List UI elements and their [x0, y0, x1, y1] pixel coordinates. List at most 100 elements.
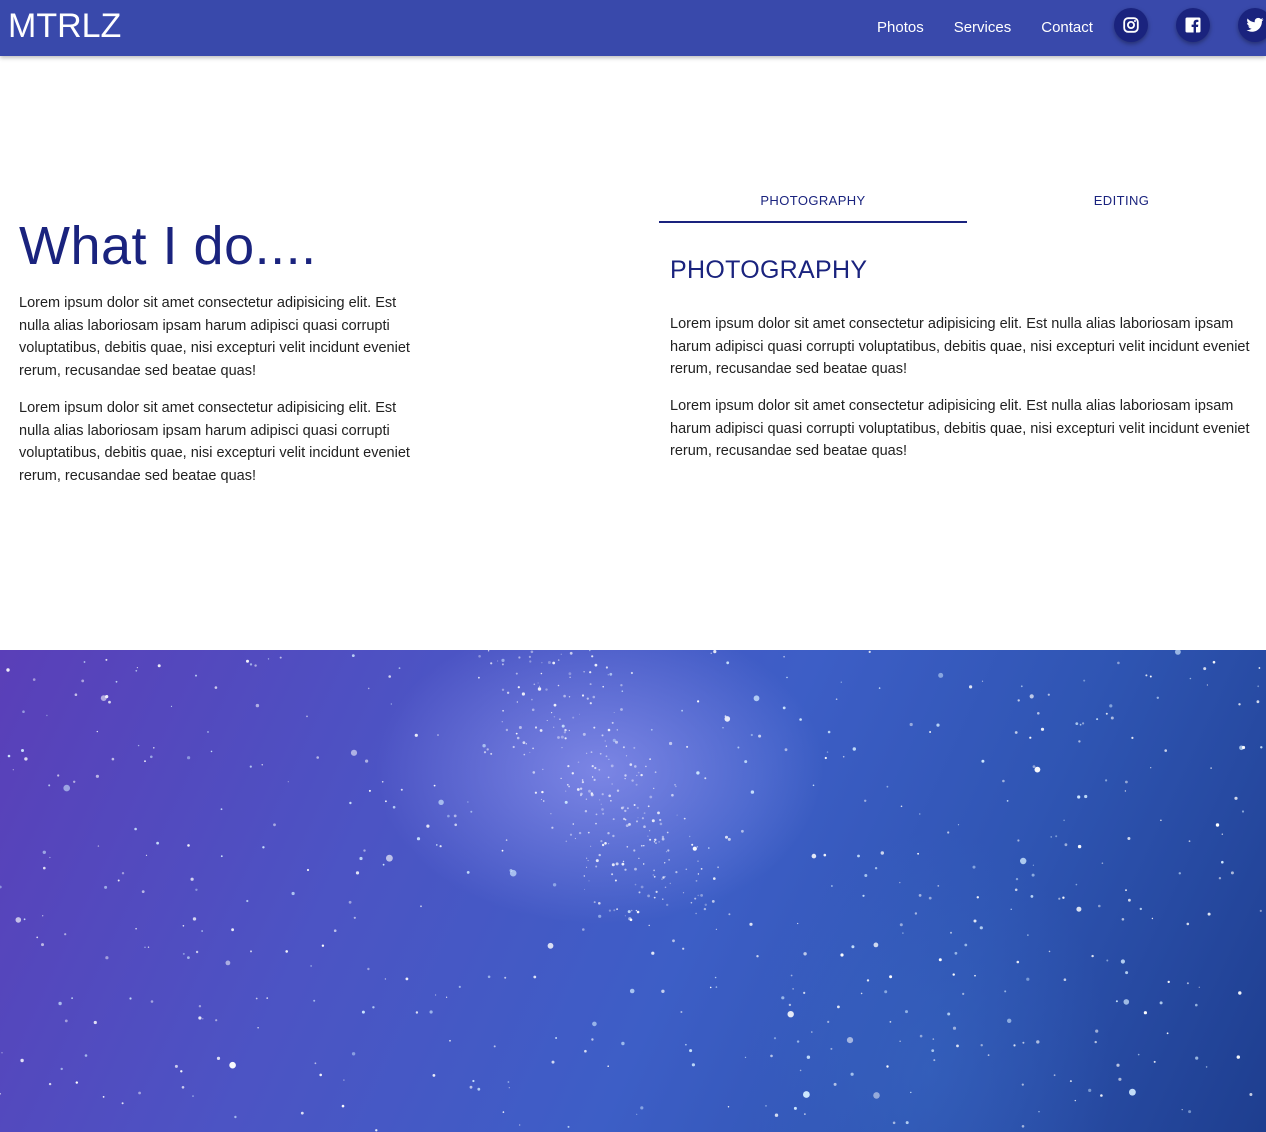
star	[436, 844, 438, 846]
star	[635, 783, 638, 786]
star	[386, 854, 393, 862]
star	[664, 862, 666, 864]
star	[750, 733, 753, 737]
star	[823, 853, 827, 857]
star	[866, 979, 870, 982]
star	[300, 1111, 304, 1115]
star	[621, 690, 624, 692]
star	[595, 859, 599, 863]
star	[842, 755, 845, 758]
star	[501, 658, 505, 662]
star	[647, 835, 649, 837]
tab-photography[interactable]: PHOTOGRAPHY	[659, 180, 967, 224]
star	[634, 867, 637, 871]
star	[234, 1115, 237, 1119]
star	[1175, 650, 1181, 655]
star	[571, 772, 574, 775]
tab-editing[interactable]: EDITING	[967, 180, 1266, 224]
star	[144, 946, 146, 948]
star	[202, 1018, 204, 1020]
star	[507, 1081, 510, 1083]
star	[192, 1095, 194, 1097]
star	[198, 1016, 202, 1020]
star	[71, 997, 73, 999]
star	[1062, 896, 1065, 899]
star	[607, 674, 609, 676]
star	[246, 659, 249, 663]
star	[593, 726, 596, 729]
star	[557, 736, 560, 739]
star	[1002, 779, 1005, 783]
star	[624, 778, 626, 780]
star	[1082, 722, 1085, 725]
nav-link-services[interactable]: Services	[939, 0, 1027, 56]
star	[667, 849, 670, 852]
star	[594, 766, 597, 770]
star	[153, 747, 155, 749]
star	[1017, 839, 1020, 842]
star	[857, 854, 860, 858]
star	[1034, 766, 1041, 773]
star	[899, 881, 901, 884]
twitter-button[interactable]	[1238, 8, 1266, 42]
star	[851, 945, 855, 949]
star	[709, 986, 712, 989]
star	[938, 958, 942, 962]
star	[969, 685, 973, 689]
star	[636, 806, 639, 809]
star	[675, 871, 678, 874]
star	[564, 728, 567, 732]
star	[22, 710, 25, 713]
star	[1063, 978, 1067, 981]
star	[590, 793, 594, 797]
star	[704, 777, 707, 780]
star	[914, 912, 918, 915]
star	[470, 810, 473, 813]
star	[551, 1060, 555, 1064]
star	[1030, 895, 1034, 898]
star	[708, 847, 710, 849]
star	[643, 825, 646, 828]
instagram-button[interactable]	[1114, 8, 1148, 42]
star	[1021, 1083, 1024, 1086]
star	[595, 865, 598, 868]
brand-logo[interactable]: MTRLZ	[8, 5, 121, 47]
star	[936, 723, 940, 727]
star	[32, 678, 36, 681]
star	[553, 703, 557, 707]
star	[477, 1087, 481, 1091]
star	[601, 793, 604, 796]
star	[669, 882, 671, 885]
star	[1139, 907, 1143, 911]
star	[622, 806, 625, 808]
star	[210, 750, 213, 753]
star	[1150, 767, 1152, 769]
star	[787, 1011, 794, 1018]
star	[534, 791, 538, 794]
star	[803, 952, 807, 956]
star	[957, 824, 960, 826]
star	[616, 789, 620, 792]
star	[1156, 696, 1160, 699]
facebook-button[interactable]	[1176, 8, 1210, 42]
star	[1109, 704, 1113, 708]
nav-link-photos[interactable]: Photos	[862, 0, 939, 56]
star	[674, 784, 676, 786]
star	[134, 827, 137, 831]
nav-link-contact[interactable]: Contact	[1026, 0, 1108, 56]
star	[144, 760, 146, 763]
star	[351, 1052, 356, 1056]
star	[665, 851, 667, 853]
star	[545, 688, 548, 691]
star	[860, 992, 863, 995]
star	[572, 823, 575, 825]
star	[1207, 912, 1211, 916]
star	[1129, 1088, 1136, 1096]
star	[257, 1027, 259, 1029]
star	[1076, 906, 1082, 912]
star	[1077, 844, 1082, 849]
star	[563, 731, 567, 734]
star	[438, 799, 444, 805]
star	[1077, 795, 1081, 799]
star	[974, 974, 976, 977]
